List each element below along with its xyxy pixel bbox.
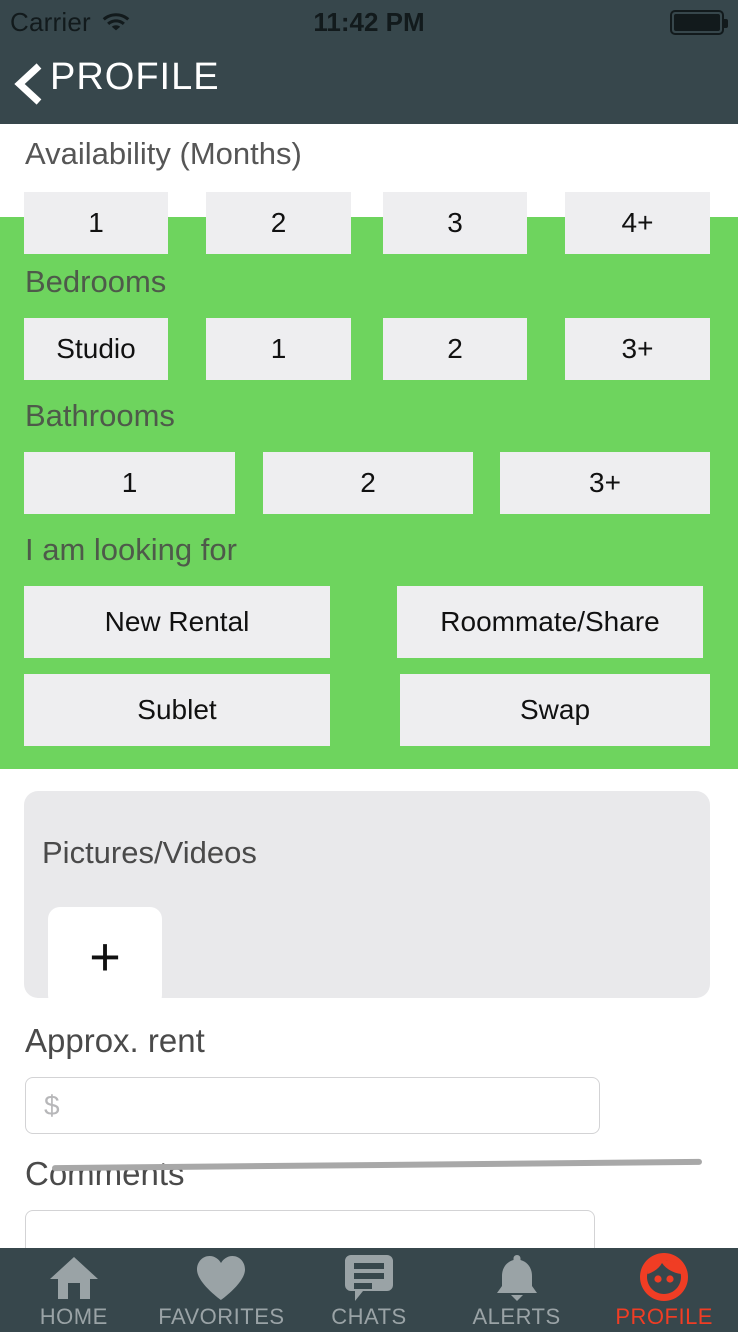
tab-favorites[interactable]: FAVORITES <box>148 1248 296 1332</box>
availability-label: Availability (Months) <box>25 136 302 171</box>
tab-favorites-label: FAVORITES <box>158 1304 285 1329</box>
chevron-left-icon <box>14 63 42 105</box>
bathrooms-option-3plus[interactable]: 3+ <box>500 452 710 514</box>
back-button[interactable] <box>8 60 52 108</box>
page-title: PROFILE <box>50 56 220 98</box>
navigation-bar: PROFILE <box>0 44 738 124</box>
availability-option-2[interactable]: 2 <box>206 192 351 254</box>
battery-full-icon <box>670 10 728 35</box>
rent-label: Approx. rent <box>25 1022 205 1059</box>
rent-input[interactable] <box>25 1077 600 1134</box>
availability-option-1[interactable]: 1 <box>24 192 168 254</box>
bedrooms-option-studio[interactable]: Studio <box>24 318 168 380</box>
media-card-title: Pictures/Videos <box>42 835 257 870</box>
tab-profile[interactable]: PROFILE <box>590 1248 738 1332</box>
tab-alerts-label: ALERTS <box>472 1304 561 1329</box>
bottom-tab-bar: HOME FAVORITES CHATS ALERTS PROFILE <box>0 1248 738 1332</box>
availability-option-3[interactable]: 3 <box>383 192 527 254</box>
bedrooms-option-1[interactable]: 1 <box>206 318 351 380</box>
tab-chats-label: CHATS <box>331 1304 407 1329</box>
comments-label: Comments <box>25 1155 185 1192</box>
comments-input[interactable] <box>25 1210 595 1248</box>
profile-form-scroll-area[interactable]: Availability (Months) 1 2 3 4+ Bedrooms … <box>0 124 738 1248</box>
bathrooms-option-2[interactable]: 2 <box>263 452 473 514</box>
looking-for-option-new-rental[interactable]: New Rental <box>24 586 330 658</box>
looking-for-option-roommate-share[interactable]: Roommate/Share <box>397 586 703 658</box>
tab-chats[interactable]: CHATS <box>295 1248 443 1332</box>
looking-for-option-sublet[interactable]: Sublet <box>24 674 330 746</box>
status-bar: Carrier 11:42 PM <box>0 0 738 44</box>
bathrooms-option-1[interactable]: 1 <box>24 452 235 514</box>
heart-icon <box>195 1253 247 1303</box>
chat-bubble-icon <box>343 1253 395 1303</box>
tab-home[interactable]: HOME <box>0 1248 148 1332</box>
availability-option-4plus[interactable]: 4+ <box>565 192 710 254</box>
clock-label: 11:42 PM <box>313 6 425 37</box>
tab-profile-label: PROFILE <box>615 1304 713 1329</box>
looking-for-option-swap[interactable]: Swap <box>400 674 710 746</box>
bedrooms-option-2[interactable]: 2 <box>383 318 527 380</box>
person-face-icon <box>638 1253 690 1303</box>
looking-for-label: I am looking for <box>25 532 237 567</box>
home-icon <box>48 1253 100 1303</box>
tab-home-label: HOME <box>39 1304 108 1329</box>
bedrooms-label: Bedrooms <box>25 264 167 299</box>
add-media-button[interactable]: + <box>48 907 162 1007</box>
media-card: Pictures/Videos + <box>24 791 710 1007</box>
plus-icon: + <box>89 927 121 987</box>
bedrooms-option-3plus[interactable]: 3+ <box>565 318 710 380</box>
bell-icon <box>491 1253 543 1303</box>
bathrooms-label: Bathrooms <box>25 398 175 433</box>
tab-alerts[interactable]: ALERTS <box>443 1248 591 1332</box>
